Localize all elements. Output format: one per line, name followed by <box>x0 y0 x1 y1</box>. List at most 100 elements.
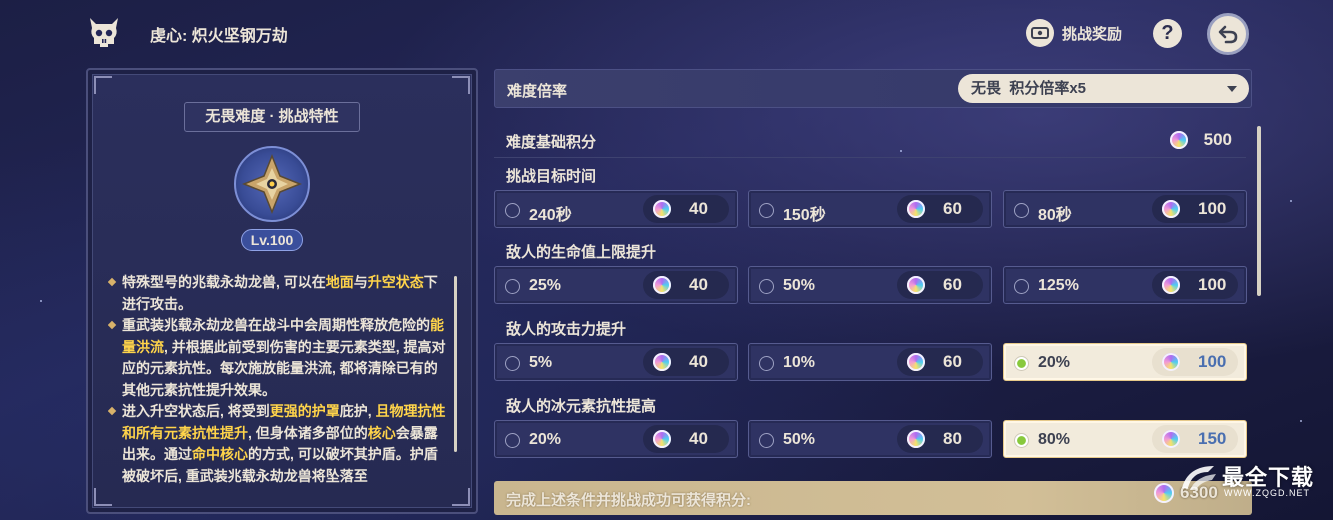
star-decoration <box>40 300 42 302</box>
option-points-value: 100 <box>1198 199 1227 218</box>
difficulty-row: 难度倍率 无畏 积分倍率x5 <box>494 69 1252 108</box>
section-label: 敌人的攻击力提升 <box>506 321 627 338</box>
total-score-bar: 完成上述条件并挑战成功可获得积分: 6300 <box>494 481 1252 515</box>
traits-scrollbar[interactable] <box>454 276 457 452</box>
points-gem-icon <box>653 353 671 371</box>
condition-option[interactable]: 125% 100 <box>1003 266 1247 304</box>
option-points: 40 <box>643 348 729 376</box>
radio-button[interactable] <box>1014 433 1029 448</box>
condition-option[interactable]: 50% 80 <box>748 420 992 458</box>
option-points-value: 60 <box>943 352 962 371</box>
challenge-reward-button[interactable]: 挑战奖励 <box>1026 18 1122 48</box>
description-text: 特殊型号的兆载永劫龙兽, 可以在 <box>122 274 326 290</box>
difficulty-badge: Lv.100 <box>234 146 310 256</box>
radio-button[interactable] <box>759 203 774 218</box>
condition-option[interactable]: 150秒 60 <box>748 190 992 228</box>
highlight-text: 核心 <box>367 424 396 441</box>
condition-option[interactable]: 50% 60 <box>748 266 992 304</box>
option-label: 125% <box>1038 277 1079 294</box>
gift-box-icon <box>1026 19 1054 47</box>
option-points-value: 40 <box>689 429 708 448</box>
watermark-logo-icon <box>1182 466 1216 490</box>
watermark: 最全下载 WWW.ZQGD.NET <box>1178 458 1328 504</box>
option-label: 50% <box>783 431 816 448</box>
condition-option[interactable]: 5% 40 <box>494 343 738 381</box>
conditions-scrollbar[interactable] <box>1257 126 1261 296</box>
points-gem-icon <box>1162 353 1180 371</box>
difficulty-label: 难度倍率 <box>507 83 568 100</box>
back-button[interactable] <box>1207 13 1249 55</box>
highlight-text: 地面 <box>325 274 354 290</box>
radio-button[interactable] <box>505 356 520 371</box>
radio-button[interactable] <box>1014 203 1029 218</box>
points-gem-icon <box>907 200 925 218</box>
condition-option[interactable]: 25% 40 <box>494 266 738 304</box>
points-gem-icon <box>1162 276 1180 294</box>
skull-emblem-icon <box>90 18 118 47</box>
challenge-traits-panel: 无畏难度 · 挑战特性 Lv.100 特殊型号的兆载永劫龙兽, 可以在地面与升空… <box>86 68 478 514</box>
caret-down-icon <box>1227 86 1237 92</box>
option-points-value: 80 <box>943 429 962 448</box>
points-gem-icon <box>1154 483 1174 503</box>
conditions-list: 难度基础积分 500 挑战目标时间 240秒 40 150秒 60 80秒 100 敌人的生命… <box>494 114 1254 474</box>
points-gem-icon <box>653 200 671 218</box>
star-decoration <box>1290 200 1292 202</box>
points-gem-icon <box>653 430 671 448</box>
condition-option[interactable]: 20% 40 <box>494 420 738 458</box>
option-points-value: 60 <box>943 199 962 218</box>
section-label: 敌人的生命值上限提升 <box>506 244 657 261</box>
radio-button[interactable] <box>759 433 774 448</box>
option-label: 80秒 <box>1038 207 1072 224</box>
difficulty-select[interactable]: 无畏 积分倍率x5 <box>958 74 1249 103</box>
option-points: 40 <box>643 425 729 453</box>
radio-button[interactable] <box>505 279 520 294</box>
option-points-value: 60 <box>943 275 962 294</box>
option-points-value: 40 <box>689 352 708 371</box>
help-button[interactable]: ? <box>1153 19 1182 48</box>
top-bar: 虔心: 炽火坚钢万劫 挑战奖励 ? <box>0 0 1333 66</box>
difficulty-select-value: 无畏 积分倍率x5 <box>971 80 1087 97</box>
option-points: 100 <box>1152 195 1238 223</box>
option-points-value: 100 <box>1198 352 1227 371</box>
description-text: , 但身体诸多部位的 <box>248 424 368 441</box>
option-points-value: 100 <box>1198 275 1227 294</box>
radio-button[interactable] <box>505 203 520 218</box>
option-points: 100 <box>1152 271 1238 299</box>
option-points-value: 150 <box>1198 429 1227 448</box>
points-gem-icon <box>653 276 671 294</box>
option-label: 25% <box>529 277 562 294</box>
option-points-value: 40 <box>689 199 708 218</box>
option-label: 80% <box>1038 431 1071 448</box>
condition-option[interactable]: 20% 100 <box>1003 343 1247 381</box>
base-score-value-group: 500 <box>1169 130 1232 150</box>
description-text: 庇护, <box>339 403 376 419</box>
option-points: 40 <box>643 195 729 223</box>
radio-button[interactable] <box>759 356 774 371</box>
option-points-value: 40 <box>689 275 708 294</box>
radio-button[interactable] <box>505 433 520 448</box>
radio-button[interactable] <box>1014 279 1029 294</box>
condition-option[interactable]: 80% 150 <box>1003 420 1247 458</box>
panel-corner-ornament <box>452 76 470 94</box>
option-points: 100 <box>1152 348 1238 376</box>
condition-option[interactable]: 10% 60 <box>748 343 992 381</box>
base-score-value: 500 <box>1203 130 1232 149</box>
points-gem-icon <box>907 353 925 371</box>
condition-option[interactable]: 240秒 40 <box>494 190 738 228</box>
description-text: 与 <box>353 274 368 290</box>
option-points: 150 <box>1152 425 1238 453</box>
radio-button[interactable] <box>1014 356 1029 371</box>
condition-option[interactable]: 80秒 100 <box>1003 190 1247 228</box>
points-gem-icon <box>1162 430 1180 448</box>
panel-corner-ornament <box>452 488 470 506</box>
challenge-reward-label: 挑战奖励 <box>1062 25 1123 43</box>
base-score-row: 难度基础积分 500 <box>494 122 1246 158</box>
star-decoration <box>1300 420 1302 422</box>
description-text: 进入升空状态后, 将受到 <box>122 403 270 419</box>
option-label: 240秒 <box>529 207 572 224</box>
option-label: 150秒 <box>783 207 826 224</box>
points-gem-icon <box>907 276 925 294</box>
watermark-url: WWW.ZQGD.NET <box>1224 488 1310 498</box>
highlight-text: 升空状态 <box>367 274 424 290</box>
radio-button[interactable] <box>759 279 774 294</box>
